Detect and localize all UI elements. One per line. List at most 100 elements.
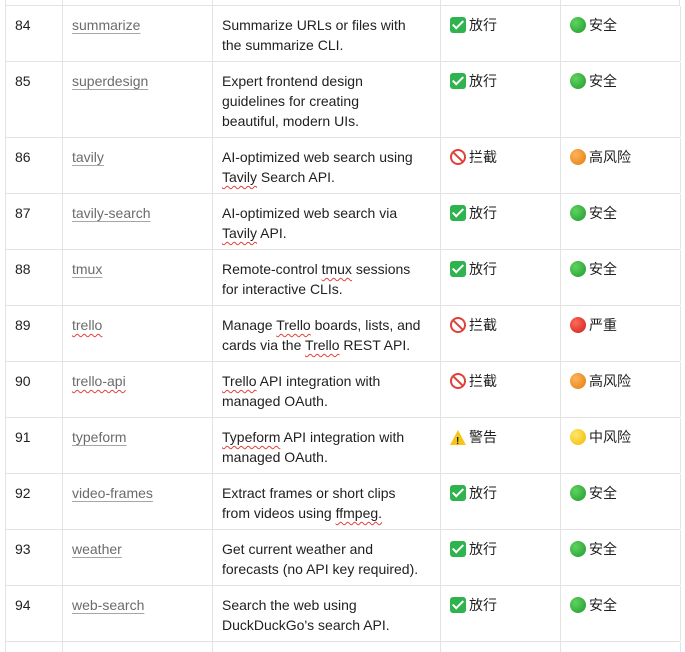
- skill-name-cell: weather: [63, 530, 213, 585]
- row-number: 85: [6, 62, 63, 137]
- description-line: managed OAuth.: [222, 393, 328, 409]
- prohibited-icon: [450, 149, 466, 165]
- skill-name-link[interactable]: tmux: [72, 261, 102, 277]
- skill-name-link[interactable]: trello: [72, 317, 102, 333]
- row-number: 87: [6, 194, 63, 249]
- green-circle-icon: [570, 17, 586, 33]
- description-line: the summarize CLI.: [222, 37, 344, 53]
- green-circle-icon: [570, 73, 586, 89]
- description-line: Manage Trello boards, lists, and: [222, 317, 421, 333]
- skill-name-cell: web-search: [63, 586, 213, 641]
- skill-name-link[interactable]: trello-api: [72, 373, 126, 389]
- skill-name-cell: trello-api: [63, 362, 213, 417]
- table-row: 90 trello-api Trello API integration with m…: [5, 361, 681, 417]
- description-line: beautiful, modern UIs.: [222, 113, 359, 129]
- warning-icon: [450, 430, 466, 452]
- risk-label: 安全: [589, 261, 617, 277]
- skill-name-link[interactable]: typeform: [72, 429, 126, 445]
- description-line: DuckDuckGo's search API.: [222, 617, 390, 633]
- action-cell: 拦截: [441, 306, 561, 361]
- green-circle-icon: [570, 205, 586, 221]
- description-line: Typeform API integration with: [222, 429, 405, 445]
- orange-circle-icon: [570, 149, 586, 165]
- check-icon: [450, 261, 466, 277]
- risk-cell: 安全: [561, 586, 681, 641]
- description-cell: Extract frames or short clips from videos…: [213, 474, 441, 529]
- action-cell: 警告: [441, 418, 561, 473]
- table-row: 86 tavily AI-optimized web search using Tav…: [5, 137, 681, 193]
- check-icon: [450, 73, 466, 89]
- description-line: guidelines for creating: [222, 93, 359, 109]
- empty-cell: [561, 642, 681, 652]
- action-cell: 放行: [441, 194, 561, 249]
- check-icon: [450, 17, 466, 33]
- green-circle-icon: [570, 261, 586, 277]
- risk-label: 安全: [589, 485, 617, 501]
- skill-name-cell: typeform: [63, 418, 213, 473]
- table-row-partial: [5, 641, 681, 652]
- description-cell: Expert frontend design guidelines for cre…: [213, 62, 441, 137]
- skill-name-link[interactable]: web-search: [72, 597, 144, 613]
- skill-name-link[interactable]: tavily: [72, 149, 104, 165]
- action-cell: 放行: [441, 6, 561, 61]
- description-line: Remote-control tmux sessions: [222, 261, 411, 277]
- green-circle-icon: [570, 485, 586, 501]
- empty-cell: [213, 642, 441, 652]
- risk-label: 中风险: [589, 429, 631, 445]
- action-label: 放行: [469, 541, 497, 557]
- row-number: 93: [6, 530, 63, 585]
- description-cell: AI-optimized web search using Tavily Sear…: [213, 138, 441, 193]
- risk-label: 安全: [589, 73, 617, 89]
- description-cell: Remote-control tmux sessions for interact…: [213, 250, 441, 305]
- skill-name-link[interactable]: video-frames: [72, 485, 153, 501]
- action-label: 放行: [469, 73, 497, 89]
- description-line: Trello API integration with: [222, 373, 381, 389]
- description-line: for interactive CLIs.: [222, 281, 343, 297]
- risk-cell: 安全: [561, 474, 681, 529]
- skill-name-cell: video-frames: [63, 474, 213, 529]
- prohibited-icon: [450, 317, 466, 333]
- description-line: cards via the Trello REST API.: [222, 337, 411, 353]
- check-icon: [450, 205, 466, 221]
- table-row: 92 video-frames Extract frames or short cl…: [5, 473, 681, 529]
- skill-name-link[interactable]: tavily-search: [72, 205, 151, 221]
- risk-cell: 中风险: [561, 418, 681, 473]
- action-label: 放行: [469, 261, 497, 277]
- skill-name-link[interactable]: superdesign: [72, 73, 148, 89]
- description-line: forecasts (no API key required).: [222, 561, 419, 577]
- table-top-edge: [5, 0, 680, 5]
- action-cell: 放行: [441, 250, 561, 305]
- table-row: 89 trello Manage Trello boards, lists, and…: [5, 305, 681, 361]
- check-icon: [450, 541, 466, 557]
- row-number: 92: [6, 474, 63, 529]
- red-circle-icon: [570, 317, 586, 333]
- risk-cell: 安全: [561, 250, 681, 305]
- description-cell: Get current weather and forecasts (no API…: [213, 530, 441, 585]
- description-line: managed OAuth.: [222, 449, 328, 465]
- check-icon: [450, 597, 466, 613]
- table-row: 91 typeform Typeform API integration with m…: [5, 417, 681, 473]
- action-label: 拦截: [469, 373, 497, 389]
- description-line: Tavily Search API.: [222, 169, 335, 185]
- risk-cell: 安全: [561, 6, 681, 61]
- row-number: 84: [6, 6, 63, 61]
- risk-label: 高风险: [589, 149, 631, 165]
- description-line: Expert frontend design: [222, 73, 363, 89]
- description-line: Tavily API.: [222, 225, 287, 241]
- risk-label: 高风险: [589, 373, 631, 389]
- prohibited-icon: [450, 373, 466, 389]
- skill-name-cell: tavily-search: [63, 194, 213, 249]
- table-row: 84 summarize Summarize URLs or files with t…: [5, 5, 681, 61]
- risk-cell: 严重: [561, 306, 681, 361]
- description-cell: Manage Trello boards, lists, and cards vi…: [213, 306, 441, 361]
- skill-name-link[interactable]: weather: [72, 541, 122, 557]
- empty-cell: [63, 642, 213, 652]
- risk-label: 安全: [589, 597, 617, 613]
- action-label: 拦截: [469, 149, 497, 165]
- risk-label: 严重: [589, 317, 617, 333]
- action-label: 放行: [469, 205, 497, 221]
- risk-cell: 安全: [561, 194, 681, 249]
- row-number: 88: [6, 250, 63, 305]
- skill-name-link[interactable]: summarize: [72, 17, 140, 33]
- description-line: Extract frames or short clips: [222, 485, 396, 501]
